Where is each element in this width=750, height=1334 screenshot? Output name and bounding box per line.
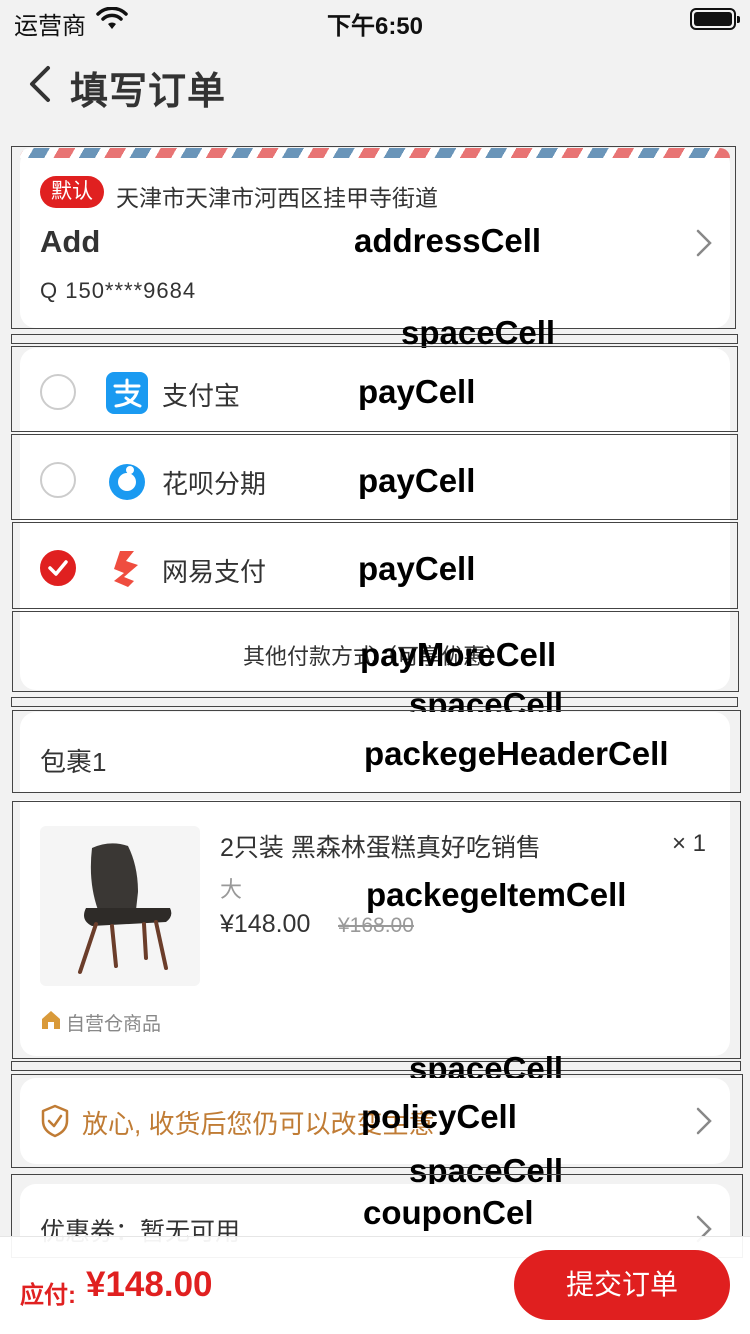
nav-bar: 填写订单 <box>0 40 750 128</box>
clock: 下午6:50 <box>326 13 424 40</box>
page-title: 填写订单 <box>70 71 227 113</box>
space-cell-outline <box>11 697 738 707</box>
status-bar: 运营商 下午6:50 <box>0 0 750 40</box>
total-value: ¥148.00 <box>86 1265 213 1304</box>
debug-label-pay: payCell <box>358 550 476 587</box>
debug-label-address: addressCell <box>354 222 542 259</box>
battery-icon <box>690 8 740 30</box>
back-icon[interactable] <box>22 62 58 106</box>
space-cell-outline <box>11 334 738 344</box>
debug-label-pay: payCell <box>358 373 476 410</box>
total-label: 应付: <box>20 1282 76 1309</box>
debug-label-policy: policyCell <box>361 1098 517 1135</box>
debug-label-paymore: payMoreCell <box>360 636 557 673</box>
package-item-cell-outline <box>12 801 741 1059</box>
space-cell-outline <box>11 1061 741 1071</box>
debug-label-pkg-item: packegeItemCell <box>366 876 627 913</box>
debug-label-pkg-header: packegeHeaderCell <box>364 735 669 772</box>
submit-order-button[interactable]: 提交订单 <box>514 1250 730 1320</box>
debug-label-pay: payCell <box>358 462 476 499</box>
debug-label-coupon: couponCel <box>363 1194 534 1231</box>
